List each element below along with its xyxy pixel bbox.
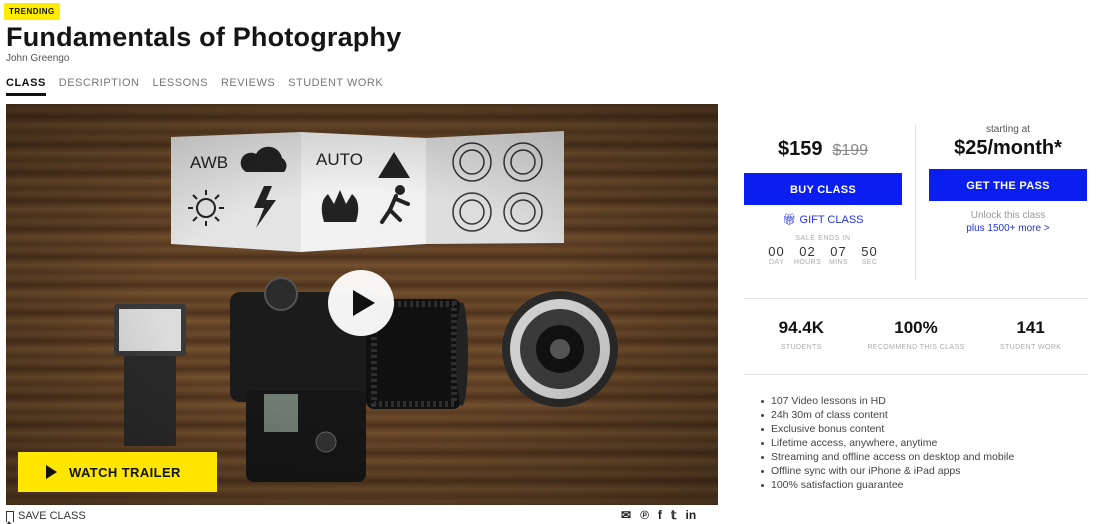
page-title: Fundamentals of Photography <box>6 22 402 52</box>
shooting-modes-card: AWB AUTO <box>171 131 564 252</box>
class-price: $159 <box>777 138 823 160</box>
gift-class-link[interactable]: 🎁︎ GIFT CLASS <box>744 213 902 226</box>
stat-label: RECOMMEND THIS CLASS <box>867 344 965 351</box>
buy-class-button[interactable]: BUY CLASS <box>744 173 902 205</box>
stat-recommend: 100% RECOMMEND THIS CLASS <box>861 318 971 351</box>
bookmark-icon <box>6 510 14 524</box>
stat-label: STUDENTS <box>780 344 822 351</box>
play-icon <box>46 465 57 479</box>
stat-value: 94.4K <box>778 318 825 337</box>
list-item: 107 Video lessons in HD <box>760 394 1014 408</box>
macro-icon <box>321 190 359 222</box>
tab-lessons[interactable]: LESSONS <box>152 77 207 96</box>
class-tabs: CLASS DESCRIPTION LESSONS REVIEWS STUDEN… <box>6 77 383 96</box>
original-price: $199 <box>832 142 869 159</box>
play-button[interactable] <box>328 270 394 336</box>
panel-divider <box>915 124 916 280</box>
video-player[interactable]: AWB AUTO WATCH TRAILER <box>6 104 718 505</box>
tab-description[interactable]: DESCRIPTION <box>59 77 140 96</box>
stat-students: 94.4K STUDENTS <box>746 318 856 351</box>
list-item: 24h 30m of class content <box>760 408 1014 422</box>
feature-list: 107 Video lessons in HD 24h 30m of class… <box>760 394 1015 492</box>
tab-class[interactable]: CLASS <box>6 77 46 96</box>
timer-unit: HOURS <box>793 259 822 266</box>
author-name[interactable]: John Greengo <box>6 53 69 64</box>
gift-icon: 🎁︎ <box>782 214 800 226</box>
buy-class-panel: $159 $199 BUY CLASS 🎁︎ GIFT CLASS SALE E… <box>744 138 902 266</box>
stat-student-work: 141 STUDENT WORK <box>976 318 1086 351</box>
list-item: Lifetime access, anywhere, anytime <box>760 436 1014 450</box>
sale-ends-label: SALE ENDS IN <box>795 235 851 242</box>
pass-panel: starting at $25/month* GET THE PASS Unlo… <box>929 124 1087 234</box>
divider <box>744 374 1088 375</box>
list-item: Exclusive bonus content <box>760 422 1014 436</box>
list-item: 100% satisfaction guarantee <box>760 478 1014 492</box>
auto-label: AUTO <box>316 150 363 169</box>
starting-at-label: starting at <box>986 124 1030 135</box>
timer-unit: DAY <box>768 259 785 266</box>
stat-value: 100% <box>894 318 938 337</box>
linkedin-icon[interactable]: in <box>686 508 697 522</box>
timer-unit: MINS <box>828 259 849 266</box>
tab-reviews[interactable]: REVIEWS <box>221 77 275 96</box>
save-class-label: SAVE CLASS <box>18 510 86 522</box>
unlock-text: Unlock this class <box>970 210 1046 221</box>
play-icon <box>353 290 375 316</box>
flash-unit <box>114 304 186 446</box>
lens <box>502 291 618 407</box>
share-icons: ✉ ℗ f 𝕥 in <box>621 508 696 522</box>
sale-countdown: 00 DAY 02 HOURS 07 MINS 50 SEC <box>744 244 902 266</box>
list-item: Streaming and offline access on desktop … <box>760 451 1015 463</box>
timer-mins: 07 <box>830 244 847 259</box>
gift-class-label: GIFT CLASS <box>799 214 864 226</box>
timer-days: 00 <box>768 244 785 259</box>
divider <box>744 298 1088 299</box>
tab-student-work[interactable]: STUDENT WORK <box>288 77 383 96</box>
get-pass-button[interactable]: GET THE PASS <box>929 169 1087 201</box>
watch-trailer-button[interactable]: WATCH TRAILER <box>18 452 217 492</box>
pinterest-icon[interactable]: ℗ <box>640 508 649 522</box>
twitter-icon[interactable]: 𝕥 <box>671 508 677 522</box>
stat-value: 141 <box>1016 318 1045 337</box>
watch-trailer-label: WATCH TRAILER <box>69 464 181 480</box>
more-classes-link[interactable]: plus 1500+ more > <box>929 223 1087 234</box>
list-item: Offline sync with our iPhone & iPad apps <box>760 464 1014 478</box>
stat-label: STUDENT WORK <box>999 344 1062 351</box>
mail-icon[interactable]: ✉ <box>621 508 631 522</box>
class-stats: 94.4K STUDENTS 100% RECOMMEND THIS CLASS… <box>744 318 1088 351</box>
pass-price: $25/month* <box>954 137 1062 159</box>
timer-hours: 02 <box>799 244 816 259</box>
timer-unit: SEC <box>861 259 878 266</box>
save-class-button[interactable]: SAVE CLASS <box>6 510 86 524</box>
timer-secs: 50 <box>861 244 878 259</box>
trending-badge: TRENDING <box>4 3 60 20</box>
awb-label: AWB <box>190 153 228 172</box>
facebook-icon[interactable]: f <box>658 508 662 522</box>
